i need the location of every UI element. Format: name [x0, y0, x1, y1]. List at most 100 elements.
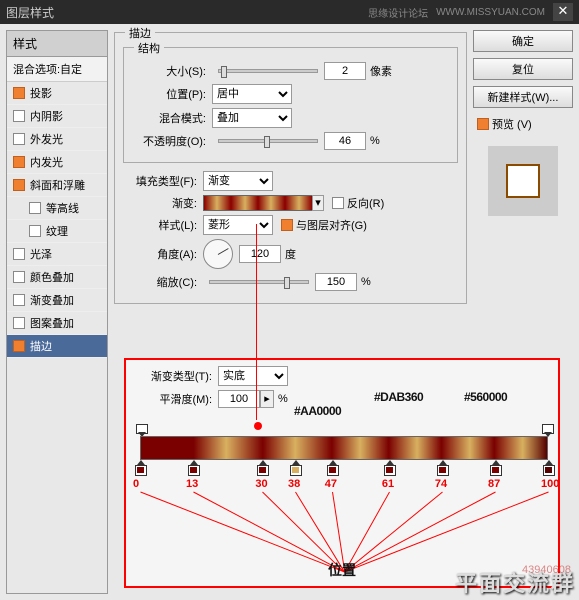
window-title: 图层样式 [6, 4, 368, 21]
ok-button[interactable]: 确定 [473, 30, 573, 52]
angle-unit: 度 [285, 246, 296, 262]
color-stop-74[interactable] [437, 460, 447, 474]
style-checkbox-6[interactable] [29, 225, 41, 237]
style-checkbox-11[interactable] [13, 340, 25, 352]
scale-unit: % [361, 276, 371, 288]
opacity-slider[interactable] [218, 139, 318, 143]
style-checkbox-8[interactable] [13, 271, 25, 283]
preview-checkbox[interactable] [477, 118, 489, 130]
preview-label: 预览 (V) [492, 116, 532, 132]
forum-url: WWW.MISSYUAN.COM [436, 7, 545, 18]
grad-type-select[interactable]: 实底 [218, 366, 288, 386]
gradient-dropdown-icon[interactable]: ▾ [312, 195, 324, 211]
filltype-select[interactable]: 渐变 [203, 171, 273, 191]
style-label-2: 外发光 [30, 131, 63, 147]
opacity-input[interactable] [324, 132, 366, 150]
style-checkbox-7[interactable] [13, 248, 25, 260]
stop-position-13: 13 [186, 478, 198, 490]
style-label-0: 投影 [30, 85, 52, 101]
cancel-button[interactable]: 复位 [473, 58, 573, 80]
scale-label: 缩放(C): [123, 274, 203, 290]
style-select[interactable]: 菱形 [203, 215, 273, 235]
smoothness-dropdown-icon[interactable]: ▸ [260, 390, 274, 408]
gradient-bar[interactable] [140, 436, 548, 460]
style-label-8: 颜色叠加 [30, 269, 74, 285]
color-stop-47[interactable] [327, 460, 337, 474]
style-item-10[interactable]: 图案叠加 [7, 312, 107, 335]
new-style-button[interactable]: 新建样式(W)... [473, 86, 573, 108]
blend-options[interactable]: 混合选项:自定 [7, 57, 107, 82]
gradient-label: 渐变: [123, 195, 203, 211]
style-item-4[interactable]: 斜面和浮雕 [7, 174, 107, 197]
blendmode-label: 混合模式: [132, 110, 212, 126]
blendmode-select[interactable]: 叠加 [212, 108, 292, 128]
stop-position-38: 38 [288, 478, 300, 490]
color-stop-13[interactable] [188, 460, 198, 474]
style-label-6: 纹理 [46, 223, 68, 239]
stop-position-87: 87 [488, 478, 500, 490]
style-checkbox-4[interactable] [13, 179, 25, 191]
style-checkbox-2[interactable] [13, 133, 25, 145]
stop-position-74: 74 [435, 478, 447, 490]
stop-position-0: 0 [133, 478, 139, 490]
color-stop-61[interactable] [384, 460, 394, 474]
converge-line-8 [344, 492, 548, 573]
color-stop-30[interactable] [257, 460, 267, 474]
opacity-stop-right[interactable] [542, 424, 552, 436]
style-item-2[interactable]: 外发光 [7, 128, 107, 151]
style-item-7[interactable]: 光泽 [7, 243, 107, 266]
gradient-swatch[interactable] [203, 195, 313, 211]
style-checkbox-9[interactable] [13, 294, 25, 306]
position-select[interactable]: 居中 [212, 84, 292, 104]
align-checkbox[interactable] [281, 219, 293, 231]
style-item-8[interactable]: 颜色叠加 [7, 266, 107, 289]
stop-position-100: 100 [541, 478, 559, 490]
style-checkbox-10[interactable] [13, 317, 25, 329]
style-item-11[interactable]: 描边 [7, 335, 107, 358]
hex-560000: #560000 [464, 390, 507, 404]
reverse-label: 反向(R) [347, 195, 384, 211]
annotation-line [256, 224, 257, 420]
style-checkbox-1[interactable] [13, 110, 25, 122]
angle-label: 角度(A): [123, 246, 203, 262]
style-item-0[interactable]: 投影 [7, 82, 107, 105]
forum-name: 思缘设计论坛 [368, 5, 428, 20]
smoothness-input[interactable] [218, 390, 260, 408]
color-stop-0[interactable] [135, 460, 145, 474]
angle-input[interactable] [239, 245, 281, 263]
style-label-1: 内阴影 [30, 108, 63, 124]
grad-type-label: 渐变类型(T): [138, 368, 218, 384]
hex-dab360: #DAB360 [374, 390, 423, 404]
style-label-7: 光泽 [30, 246, 52, 262]
style-item-3[interactable]: 内发光 [7, 151, 107, 174]
style-item-6[interactable]: 纹理 [7, 220, 107, 243]
color-stop-38[interactable] [290, 460, 300, 474]
style-checkbox-5[interactable] [29, 202, 41, 214]
converge-line-0 [140, 492, 344, 573]
angle-dial[interactable] [203, 239, 233, 269]
scale-slider[interactable] [209, 280, 309, 284]
close-button[interactable]: ✕ [553, 3, 573, 21]
style-item-1[interactable]: 内阴影 [7, 105, 107, 128]
style-checkbox-0[interactable] [13, 87, 25, 99]
stroke-group: 描边 结构 大小(S): 像素 位置(P): 居中 混合模式: 叠加 [114, 32, 467, 304]
gradient-editor-annotation: 渐变类型(T): 实底 平滑度(M): ▸ % #AA0000 #DAB360 … [124, 358, 560, 588]
color-stop-87[interactable] [490, 460, 500, 474]
style-item-5[interactable]: 等高线 [7, 197, 107, 220]
size-slider[interactable] [218, 69, 318, 73]
watermark-group: 平面交流群 [455, 566, 575, 598]
hex-aa0000: #AA0000 [294, 404, 341, 418]
preview-box [488, 146, 558, 216]
opacity-stop-left[interactable] [136, 424, 146, 436]
style-item-9[interactable]: 渐变叠加 [7, 289, 107, 312]
style-checkbox-3[interactable] [13, 156, 25, 168]
reverse-checkbox[interactable] [332, 197, 344, 209]
scale-input[interactable] [315, 273, 357, 291]
converge-line-6 [344, 492, 443, 573]
smoothness-unit: % [278, 393, 288, 405]
filltype-label: 填充类型(F): [123, 173, 203, 189]
size-input[interactable] [324, 62, 366, 80]
color-stop-100[interactable] [543, 460, 553, 474]
smoothness-label: 平滑度(M): [138, 391, 218, 407]
opacity-unit: % [370, 135, 380, 147]
